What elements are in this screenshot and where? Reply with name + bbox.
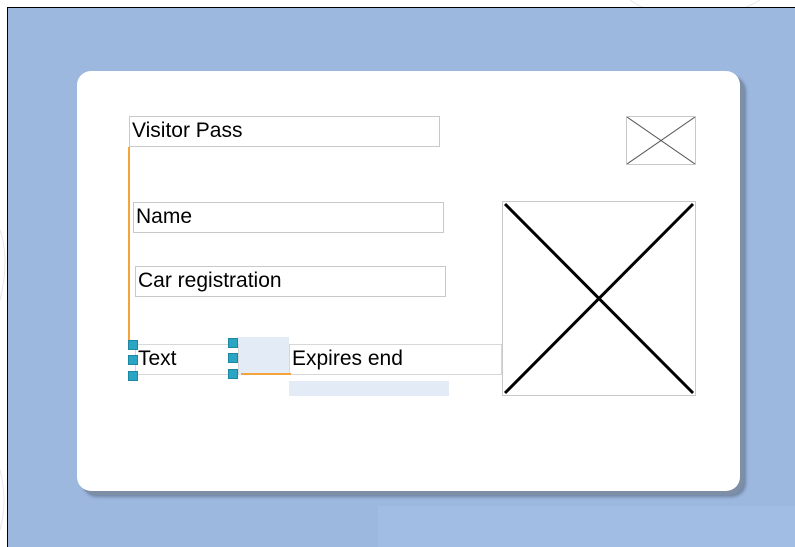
resize-handle[interactable] (128, 371, 138, 381)
connector-line (241, 373, 291, 375)
logo-image-placeholder[interactable] (626, 116, 696, 165)
resize-handle[interactable] (228, 369, 238, 379)
text-field-selected[interactable]: Text (135, 344, 239, 375)
resize-handle[interactable] (228, 338, 238, 348)
expires-text-field[interactable]: Expires end (289, 344, 502, 375)
resize-handle[interactable] (128, 340, 138, 350)
visitor-pass-card[interactable]: Visitor Pass Name Car registration Text … (77, 71, 740, 491)
title-text-field[interactable]: Visitor Pass (129, 116, 440, 147)
name-text-field[interactable]: Name (133, 202, 444, 233)
connector-line (128, 147, 130, 341)
photo-image-placeholder[interactable] (502, 201, 696, 396)
image-placeholder-icon (503, 202, 695, 395)
canvas-shade (378, 506, 795, 547)
resize-handle[interactable] (128, 355, 138, 365)
car-registration-text-field[interactable]: Car registration (135, 266, 446, 297)
selection-area (289, 381, 449, 396)
resize-handle[interactable] (228, 353, 238, 363)
selection-area (237, 337, 289, 375)
image-placeholder-icon (627, 117, 695, 164)
